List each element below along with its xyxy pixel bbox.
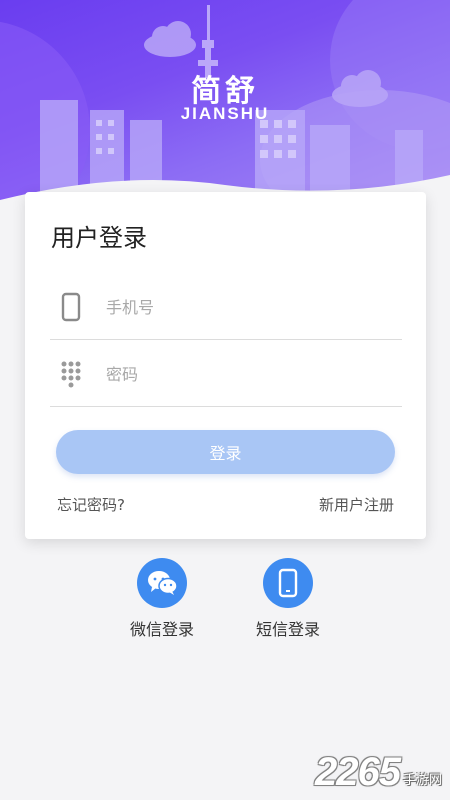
wechat-login-label: 微信登录	[129, 620, 194, 639]
phone-field	[50, 273, 402, 340]
wechat-icon	[148, 571, 178, 595]
login-title: 用户登录	[51, 224, 147, 252]
login-card: 用户登录 登录 忘记密码? 新用户注册	[25, 192, 426, 539]
sms-login-label: 短信登录	[255, 620, 320, 639]
forgot-password-link[interactable]: 忘记密码?	[57, 494, 125, 515]
register-link[interactable]: 新用户注册	[319, 494, 394, 515]
sms-login-option[interactable]: 短信登录	[238, 558, 338, 640]
password-field	[50, 340, 402, 407]
mobile-phone-icon	[61, 292, 81, 322]
keypad-icon	[61, 361, 81, 388]
watermark-number: 2265	[315, 750, 401, 794]
password-input[interactable]	[104, 358, 388, 390]
mobile-phone-icon	[278, 568, 298, 598]
phone-input[interactable]	[104, 291, 388, 323]
site-watermark: 2265 手游网	[315, 752, 442, 792]
wechat-login-option[interactable]: 微信登录	[112, 558, 212, 640]
brand-subtitle: JIANSHU	[180, 104, 270, 123]
sms-login-button[interactable]	[263, 558, 313, 608]
watermark-text: 手游网	[402, 773, 442, 788]
login-button[interactable]: 登录	[56, 430, 395, 474]
wechat-login-button[interactable]	[137, 558, 187, 608]
